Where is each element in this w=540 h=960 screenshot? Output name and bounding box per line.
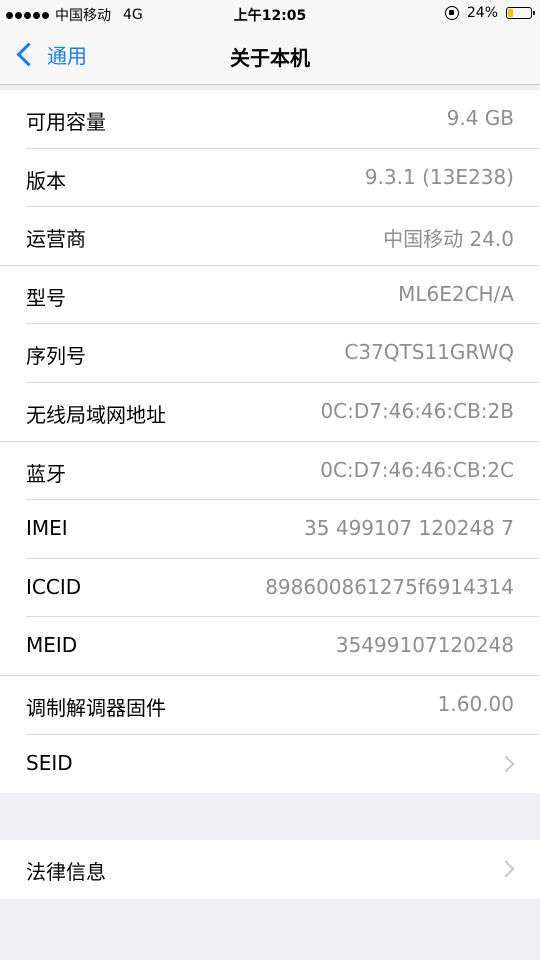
row-label: MEID (26, 633, 78, 658)
legal-label: 法律信息 (26, 860, 106, 884)
row-value: 9.4 GB (446, 106, 514, 130)
row-label: ICCID (26, 574, 82, 599)
info-row-seid[interactable]: SEID (0, 735, 540, 794)
battery-percent: 24% (466, 5, 498, 21)
row-value: 0C:D7:46:46:CB:2C (320, 457, 514, 482)
row-value: ML6E2CH/A (398, 281, 514, 306)
row-value: 898600861275f6914314 (265, 574, 514, 599)
row-value: 中国移动 24.0 (383, 227, 514, 252)
row-value: 1.60.00 (437, 691, 514, 716)
row-value: 35 499107 120248 7 (304, 516, 514, 541)
battery-fill (508, 9, 514, 17)
info-row-modem-firmware: 调制解调器固件 1.60.00 (0, 676, 540, 735)
chevron-right-icon (497, 860, 515, 878)
info-row-iccid: ICCID 898600861275f6914314 (0, 559, 540, 618)
info-row-model: 型号 ML6E2CH/A (0, 266, 540, 325)
row-label: SEID (26, 750, 73, 775)
row-label: 序列号 (26, 344, 86, 369)
row-label: 蓝牙 (26, 461, 66, 486)
navigation-bar: 通用 关于本机 (0, 28, 540, 85)
info-row-meid: MEID 35499107120248 (0, 617, 540, 676)
info-row-serial-number: 序列号 C37QTS11GRWQ (0, 324, 540, 383)
status-bar: 中国移动 4G 上午12:05 24% (0, 0, 540, 28)
info-row-imei: IMEI 35 499107 120248 7 (0, 500, 540, 559)
info-row-wifi-address: 无线局域网地址 0C:D7:46:46:CB:2B (0, 383, 540, 442)
row-label: 运营商 (26, 227, 86, 252)
info-row-carrier[interactable]: 运营商 中国移动 24.0 (0, 207, 540, 266)
info-section: 可用容量 9.4 GB 版本 9.3.1 (13E238) 运营商 中国移动 2… (0, 90, 540, 794)
legal-section: 法律信息 (0, 840, 540, 899)
info-row-available-capacity: 可用容量 9.4 GB (0, 90, 540, 149)
row-value: C37QTS11GRWQ (344, 340, 514, 365)
row-label: 可用容量 (26, 110, 106, 134)
row-label: IMEI (26, 516, 68, 541)
row-label: 型号 (26, 285, 66, 310)
row-label: 调制解调器固件 (26, 695, 166, 720)
info-row-bluetooth: 蓝牙 0C:D7:46:46:CB:2C (0, 442, 540, 501)
battery-icon (506, 7, 535, 19)
page-title: 关于本机 (230, 46, 310, 70)
status-right: 24% (444, 5, 535, 21)
row-value: 0C:D7:46:46:CB:2B (320, 398, 514, 423)
info-row-version: 版本 9.3.1 (13E238) (0, 149, 540, 208)
row-value: 9.3.1 (13E238) (364, 164, 514, 189)
row-label: 无线局域网地址 (26, 402, 166, 427)
row-label: 版本 (26, 168, 66, 193)
legal-row[interactable]: 法律信息 (0, 840, 540, 899)
chevron-right-icon (497, 755, 515, 773)
row-value: 35499107120248 (335, 633, 514, 658)
orientation-lock-icon (444, 6, 459, 20)
